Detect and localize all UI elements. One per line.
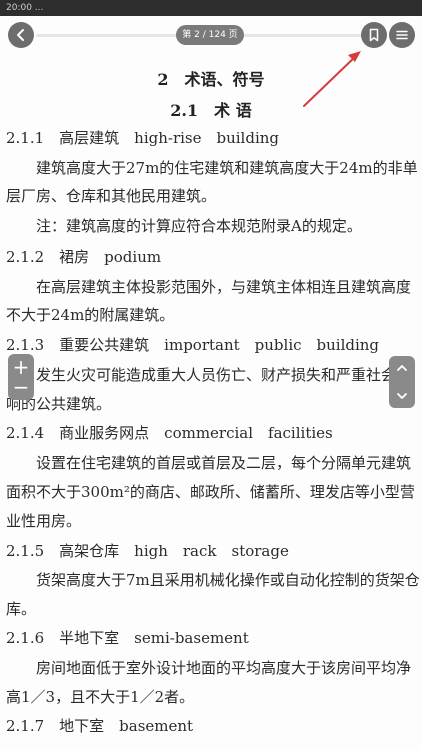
note-line: 注：建筑高度的计算应符合本规范附录A的规定。 — [36, 217, 362, 235]
body-line: 货架高度大于7m且采用机械化操作或自动化控制的货架仓 — [36, 571, 420, 589]
back-button[interactable] — [8, 22, 34, 48]
body-line: 建筑高度大于27m的住宅建筑和建筑高度大于24m的非单 — [36, 159, 418, 177]
term-heading: 2.1.5 高架仓库 high rack storage — [6, 542, 289, 560]
page-scroll-controls — [389, 356, 415, 408]
bookmark-icon — [369, 28, 379, 42]
body-line: 业性用房。 — [6, 512, 82, 530]
body-line: 高1／3，且不大于1／2者。 — [6, 688, 195, 706]
term-heading: 2.1.6 半地下室 semi-basement — [6, 629, 249, 647]
body-line: 在高层建筑主体投影范围外，与建筑主体相连且建筑高度 — [36, 278, 412, 296]
zoom-out-button[interactable]: − — [13, 377, 30, 397]
zoom-in-button[interactable]: + — [13, 357, 30, 377]
menu-button[interactable] — [389, 22, 415, 48]
body-line: 层厂房、仓库和其他民用建筑。 — [6, 187, 217, 205]
chevron-down-icon[interactable] — [396, 390, 408, 402]
reader-toolbar: 第 2 / 124 页 — [0, 16, 422, 56]
term-heading: 2.1.3 重要公共建筑 important public building — [6, 336, 380, 354]
body-line: 库。 — [6, 600, 37, 618]
zoom-controls: + − — [8, 354, 34, 400]
term-heading: 2.1.4 商业服务网点 commercial facilities — [6, 424, 333, 442]
body-line: 不大于24m的附属建筑。 — [6, 306, 175, 324]
body-line: 房间地面低于室外设计地面的平均高度大于该房间平均净 — [36, 659, 412, 677]
chevron-up-icon[interactable] — [396, 362, 408, 374]
body-line: 发生火灾可能造成重大人员伤亡、财产损失和严重社会影 — [36, 366, 412, 384]
chapter-title: 2 术语、符号 — [157, 70, 265, 89]
chevron-left-icon — [17, 29, 24, 41]
body-line: 面积不大于300m²的商店、邮政所、储蓄所、理发店等小型营 — [6, 483, 415, 501]
term-heading: 2.1.1 高层建筑 high-rise building — [6, 129, 280, 147]
document-page: 2 术语、符号 2.1 术 语 2.1.1 高层建筑 high-rise bui… — [0, 0, 422, 750]
bookmark-button[interactable] — [361, 22, 387, 48]
term-heading: 2.1.2 裙房 podium — [6, 248, 162, 266]
page-indicator: 第 2 / 124 页 — [176, 25, 244, 45]
term-heading: 2.1.7 地下室 basement — [6, 717, 194, 735]
section-title: 2.1 术 语 — [170, 101, 252, 120]
menu-icon — [396, 30, 408, 40]
body-line: 设置在住宅建筑的首层或首层及二层，每个分隔单元建筑 — [36, 454, 412, 472]
